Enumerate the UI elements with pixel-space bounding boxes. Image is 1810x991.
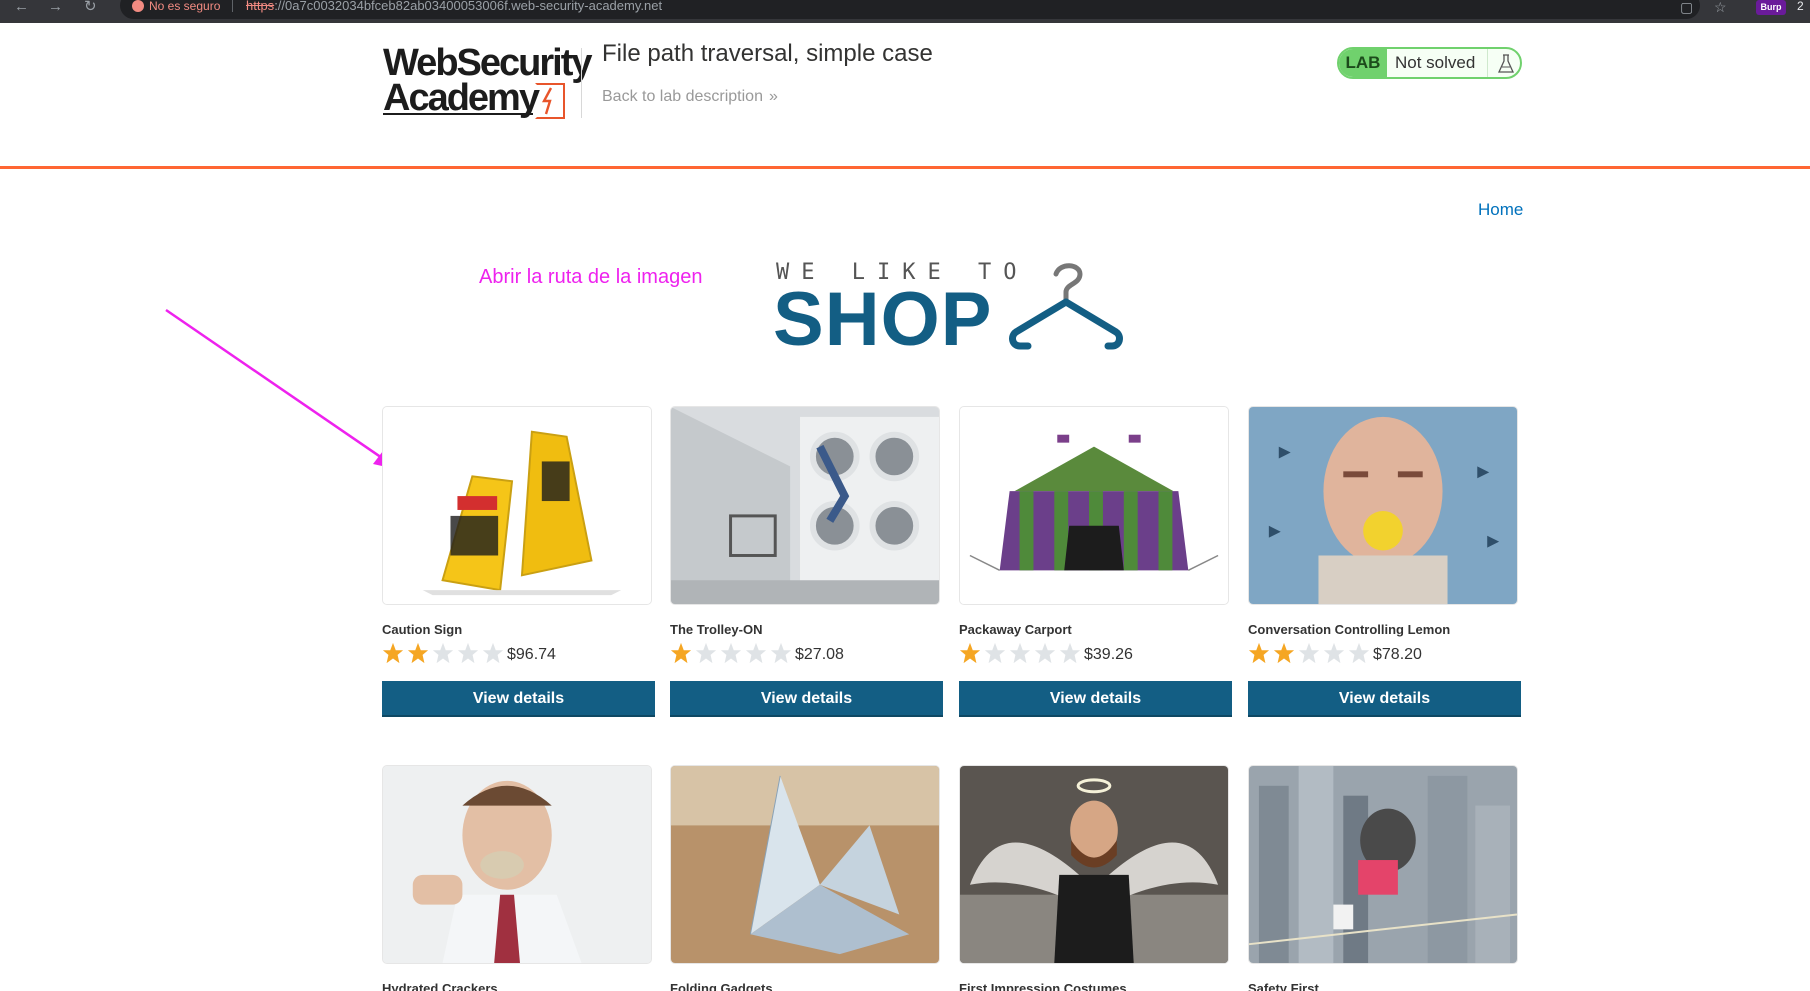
address-divider	[232, 0, 233, 12]
star-empty-icon	[1348, 642, 1370, 664]
star-empty-icon	[1298, 642, 1320, 664]
star-empty-icon	[482, 642, 504, 664]
logo-underline	[383, 113, 533, 115]
product-name: Conversation Controlling Lemon	[1248, 622, 1451, 637]
star-empty-icon	[720, 642, 742, 664]
star-empty-icon	[1323, 642, 1345, 664]
burp-extension-icon[interactable]: Burp	[1756, 0, 1786, 15]
star-empty-icon	[695, 642, 717, 664]
star-empty-icon	[770, 642, 792, 664]
rating-stars	[959, 642, 1084, 666]
star-filled-icon	[382, 642, 404, 664]
product-name: Safety First	[1248, 981, 1319, 991]
star-empty-icon	[745, 642, 767, 664]
star-filled-icon	[1273, 642, 1295, 664]
browser-toolbar: ← → ↻ No es seguro https://0a7c0032034bf…	[0, 0, 1810, 23]
flask-icon	[1487, 49, 1520, 77]
star-filled-icon	[1248, 642, 1270, 664]
rating-stars	[1248, 642, 1373, 666]
view-details-button[interactable]: View details	[670, 681, 943, 717]
translate-icon[interactable]: ▢	[1680, 0, 1693, 14]
star-empty-icon	[1009, 642, 1031, 664]
product-name: Packaway Carport	[959, 622, 1072, 637]
bookmark-star-icon[interactable]: ☆	[1714, 0, 1727, 14]
lab-status-widget: LAB Not solved	[1337, 47, 1522, 79]
logo-bolt-icon	[541, 87, 553, 115]
header-rule	[0, 166, 1810, 169]
lemon-man-image[interactable]	[1248, 406, 1518, 605]
warning-icon	[132, 0, 144, 12]
home-link[interactable]: Home	[1478, 200, 1523, 220]
back-to-lab-description-link[interactable]: Back to lab description»	[602, 88, 778, 106]
profile-avatar[interactable]: 2	[1797, 0, 1804, 12]
annotation-text: Abrir la ruta de la imagen	[479, 266, 703, 288]
product-name: Folding Gadgets	[670, 981, 773, 991]
forward-arrow-icon[interactable]: →	[48, 0, 63, 14]
view-details-button[interactable]: View details	[959, 681, 1232, 717]
star-empty-icon	[1034, 642, 1056, 664]
reload-icon[interactable]: ↻	[84, 0, 97, 14]
star-empty-icon	[1059, 642, 1081, 664]
rating-stars	[382, 642, 507, 666]
view-details-button[interactable]: View details	[382, 681, 655, 717]
star-filled-icon	[670, 642, 692, 664]
url-text[interactable]: https://0a7c0032034bfceb82ab03400053006f…	[246, 0, 662, 12]
star-empty-icon	[432, 642, 454, 664]
banner-shop-word: SHOP	[773, 277, 993, 362]
tent-image[interactable]	[959, 406, 1229, 605]
laundromat-image[interactable]	[670, 406, 940, 605]
lab-title: File path traversal, simple case	[602, 40, 933, 67]
product-price: $39.26	[1084, 646, 1133, 663]
hanger-icon	[1009, 263, 1123, 350]
lab-badge: LAB	[1339, 49, 1387, 77]
product-price: $96.74	[507, 646, 556, 663]
rating-stars	[670, 642, 795, 666]
cracker-man-image[interactable]	[382, 765, 652, 964]
product-name: Hydrated Crackers	[382, 981, 498, 991]
origami-image[interactable]	[670, 765, 940, 964]
star-empty-icon	[457, 642, 479, 664]
product-name: First Impression Costumes	[959, 981, 1127, 991]
annotation-arrow-icon	[165, 308, 400, 470]
product-name: The Trolley-ON	[670, 622, 763, 637]
header-divider	[581, 48, 582, 118]
lab-status-text: Not solved	[1395, 53, 1476, 72]
view-details-button[interactable]: View details	[1248, 681, 1521, 717]
star-filled-icon	[959, 642, 981, 664]
product-name: Caution Sign	[382, 622, 463, 637]
web-security-academy-logo[interactable]: WebSecurity Academy	[383, 44, 592, 120]
double-chevron-right-icon: »	[768, 88, 778, 105]
angel-man-image[interactable]	[959, 765, 1229, 964]
product-price: $27.08	[795, 646, 844, 663]
security-indicator[interactable]: No es seguro	[132, 0, 220, 12]
back-arrow-icon[interactable]: ←	[14, 0, 29, 14]
product-price: $78.20	[1373, 646, 1422, 663]
star-empty-icon	[984, 642, 1006, 664]
caution-sign-image[interactable]	[382, 406, 652, 605]
star-filled-icon	[407, 642, 429, 664]
skyline-image[interactable]	[1248, 765, 1518, 964]
